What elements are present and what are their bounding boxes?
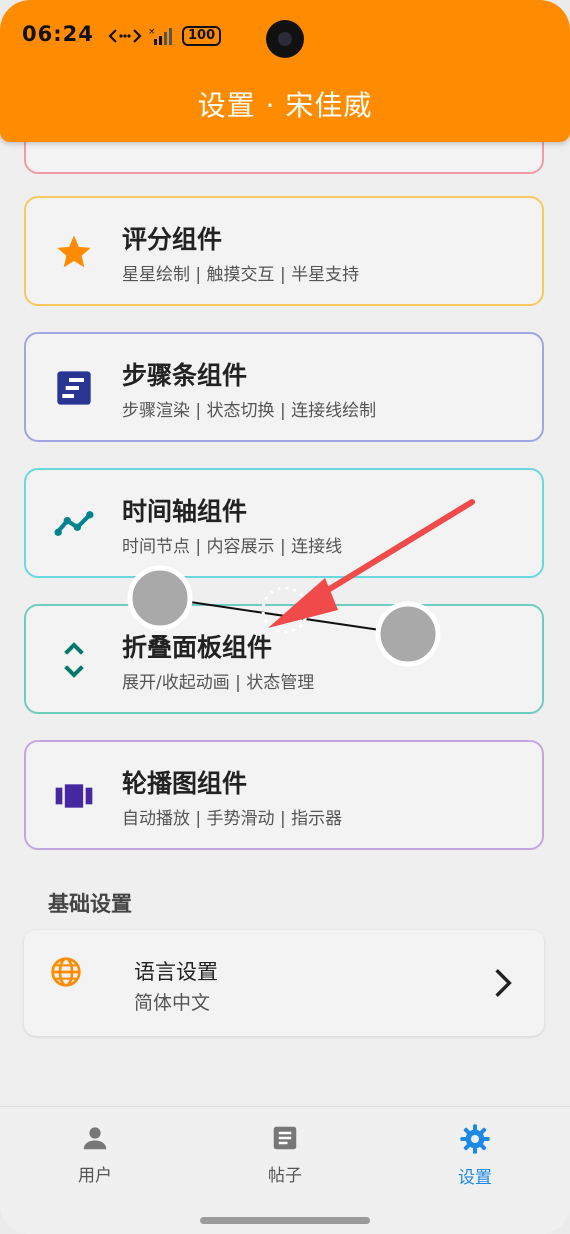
card-steps[interactable]: 步骤条组件 步骤渲染 | 状态切换 | 连接线绘制 [24,332,544,442]
carousel-icon [55,784,93,808]
tab-label: 帖子 [268,1166,302,1186]
card-title: 步骤条组件 [122,361,248,390]
data-transfer-icon [108,29,142,43]
status-icons: × 100 [108,26,222,46]
timeline-icon [54,511,94,536]
front-camera [266,20,304,58]
article-icon [273,1126,297,1150]
person-icon [83,1127,107,1150]
svg-text:×: × [148,27,156,37]
expand-collapse-icon [64,642,84,678]
card-timeline[interactable]: 时间轴组件 时间节点 | 内容展示 | 连接线 [24,468,544,578]
bottom-nav: 用户 帖子 设置 [0,1106,570,1234]
card-title: 轮播图组件 [122,769,248,798]
phone-screen: 评分组件 星星绘制 | 触摸交互 | 半星支持 步骤条组件 步骤渲染 | 状态切… [0,0,570,1234]
card-title: 评分组件 [122,225,223,254]
card-subtitle: 展开/收起动画 | 状态管理 [122,673,315,693]
globe-icon [51,957,81,987]
app-bar: 06:24 × 100 设置 · 宋佳威 [0,0,570,142]
card-carousel[interactable]: 轮播图组件 自动播放 | 手势滑动 | 指示器 [24,740,544,850]
language-setting-row[interactable]: 语言设置 简体中文 [24,930,544,1036]
card-title: 时间轴组件 [122,497,248,526]
signal-icon: × [148,27,172,45]
tab-label: 用户 [78,1166,112,1186]
language-value: 简体中文 [134,992,211,1014]
home-indicator[interactable] [200,1217,370,1224]
status-time: 06:24 [22,22,94,46]
status-bar: 06:24 × 100 [0,0,570,70]
tab-users[interactable]: 用户 [45,1123,145,1186]
star-icon [57,235,91,268]
language-title: 语言设置 [134,960,218,984]
tab-settings[interactable]: 设置 [425,1123,525,1188]
card-subtitle: 自动播放 | 手势滑动 | 指示器 [122,809,343,829]
scroll-content[interactable]: 评分组件 星星绘制 | 触摸交互 | 半星支持 步骤条组件 步骤渲染 | 状态切… [0,0,570,1105]
card-subtitle: 星星绘制 | 触摸交互 | 半星支持 [122,265,360,285]
steps-icon [57,371,91,405]
card-title: 折叠面板组件 [122,633,273,662]
chevron-right-icon [495,969,512,997]
card-collapse[interactable]: 折叠面板组件 展开/收起动画 | 状态管理 [24,604,544,714]
card-rating[interactable]: 评分组件 星星绘制 | 触摸交互 | 半星支持 [24,196,544,306]
tab-posts[interactable]: 帖子 [235,1123,335,1186]
battery-indicator: 100 [182,26,222,46]
section-title: 基础设置 [48,892,132,916]
card-subtitle: 时间节点 | 内容展示 | 连接线 [122,537,343,557]
card-subtitle: 步骤渲染 | 状态切换 | 连接线绘制 [122,401,377,421]
gear-icon [460,1124,490,1154]
tab-label: 设置 [458,1168,492,1188]
page-title: 设置 · 宋佳威 [197,89,373,122]
